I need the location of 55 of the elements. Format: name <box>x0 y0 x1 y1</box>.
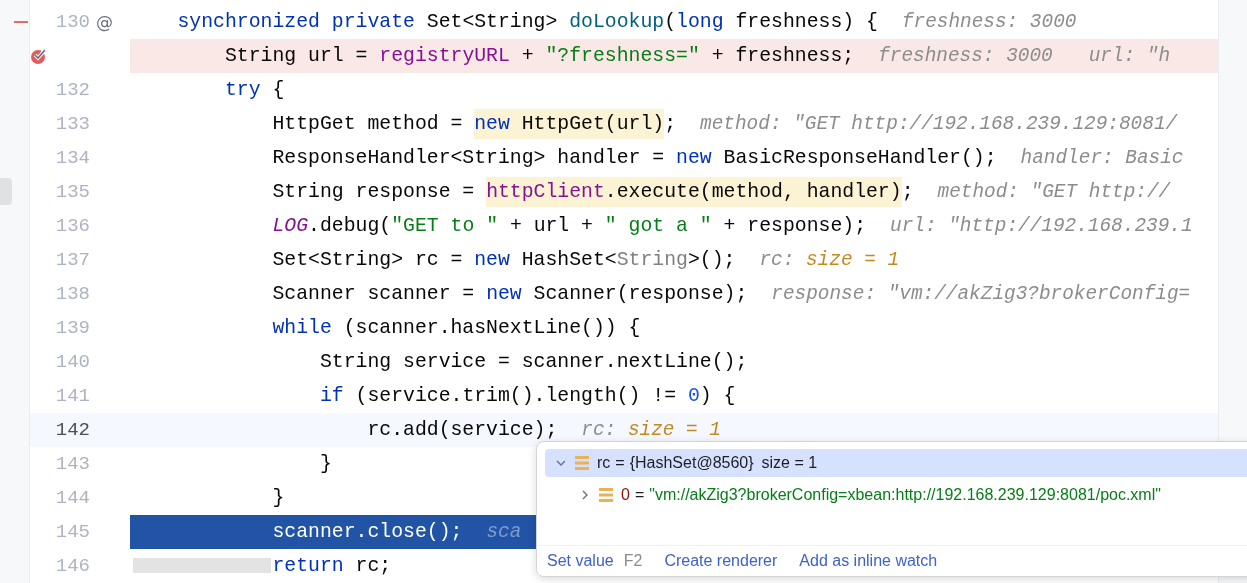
code-line: synchronized private Set<String> doLookup(long freshness) { <box>177 10 878 35</box>
code-line: HttpGet method = new HttpGet(url); <box>272 107 677 141</box>
line-number: 145 <box>55 521 90 543</box>
inline-hint: freshness: 3000 <box>878 45 1053 67</box>
inline-hint: url: "http://192.168.239.1 <box>890 215 1193 237</box>
breakpoint-icon[interactable] <box>30 47 48 65</box>
code-line: String service = scanner.nextLine(); <box>319 350 748 375</box>
line-number: 134 <box>55 147 90 169</box>
line-number: 139 <box>55 317 90 339</box>
code-line: } <box>319 452 332 477</box>
code-line: ResponseHandler<String> handler = new BasicResponseHandler(); <box>272 146 997 171</box>
line-number: 140 <box>55 351 90 373</box>
inline-hint: method: "GET http://192.168.239.129:8081/ <box>700 113 1178 135</box>
scrollbar-thumb[interactable] <box>133 558 271 573</box>
code-line: String url = registryURL + "?freshness=" + freshness; <box>224 44 855 69</box>
line-number: 146 <box>55 555 90 577</box>
line-number: 132 <box>55 79 90 101</box>
code-line: try { <box>224 78 285 103</box>
line-number: 137 <box>55 249 90 271</box>
annotation-marker[interactable]: @ <box>90 5 130 39</box>
line-number: 138 <box>55 283 90 305</box>
code-line: if (service.trim().length() != 0) { <box>319 384 736 409</box>
line-number: 136 <box>55 215 90 237</box>
line-number: 142 <box>55 419 90 441</box>
action-link[interactable]: Add as inline watch <box>799 552 938 570</box>
inline-hint: response: "vm://akZig3?brokerConfig= <box>771 283 1191 305</box>
inline-hint: url: "h <box>1088 45 1171 67</box>
line-number: 133 <box>55 113 90 135</box>
inline-hint: freshness: 3000 <box>901 11 1077 33</box>
code-line: rc.add(service); <box>367 418 558 443</box>
inline-hint: handler: Basic <box>1020 147 1184 169</box>
code-line: scanner.close(); <box>272 520 463 545</box>
action-link[interactable]: Create renderer <box>664 552 778 570</box>
action-link[interactable]: Set value <box>547 552 614 570</box>
line-number: 130 <box>55 11 90 33</box>
code-line: Set<String> rc = new HashSet<String>(); <box>272 248 736 273</box>
field-icon <box>599 487 613 503</box>
inline-hint: rc: size = 1 <box>581 419 721 441</box>
tree-row[interactable]: 0 = "vm://akZig3?brokerConfig=xbean:http://192.168.239.129:8081/poc.xml" <box>545 481 1247 509</box>
inline-hint: method: "GET http:// <box>937 181 1171 203</box>
field-icon <box>575 455 589 471</box>
error-mark <box>14 21 28 23</box>
code-line: } <box>272 486 285 511</box>
code-line: while (scanner.hasNextLine()) { <box>272 316 641 341</box>
code-line: Scanner scanner = new Scanner(response); <box>272 282 748 307</box>
line-number: 144 <box>55 487 90 509</box>
code-line: LOG.debug("GET to " + url + " got a " + response); <box>272 214 867 239</box>
shortcut-hint: F2 <box>623 552 643 570</box>
code-line: return rc; <box>272 554 392 579</box>
tree-row[interactable]: rc = {HashSet@8560} size = 1 <box>545 449 1247 477</box>
line-number: 141 <box>55 385 90 407</box>
inline-hint: sca <box>486 521 522 543</box>
line-number: 135 <box>55 181 90 203</box>
inline-hint: rc: size = 1 <box>759 249 900 271</box>
line-number: 143 <box>55 453 90 475</box>
